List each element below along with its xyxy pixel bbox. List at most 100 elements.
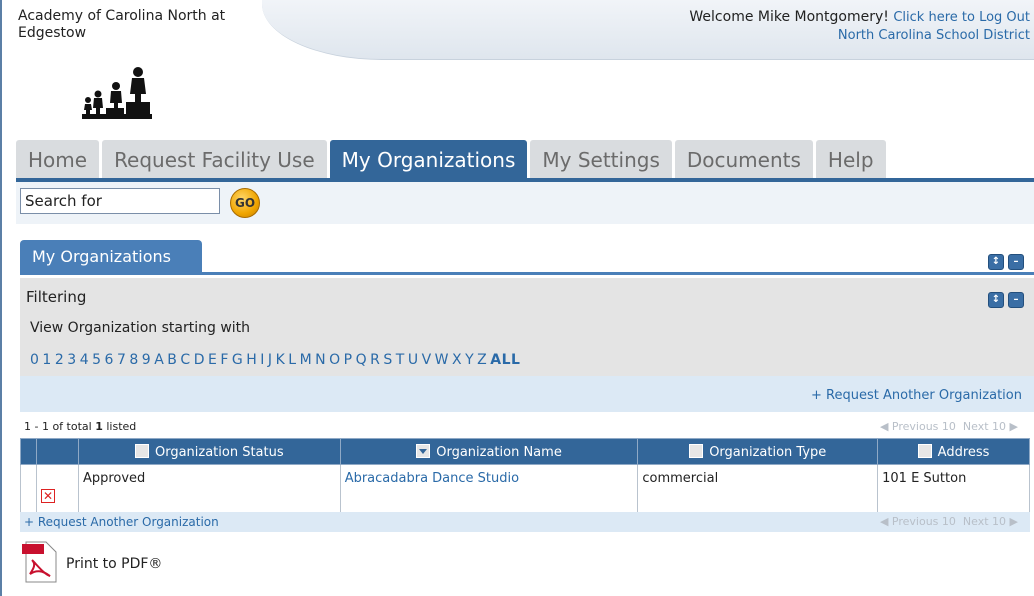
row-delete-cell: ✕: [35, 464, 79, 513]
col-label: Organization Type: [709, 444, 827, 460]
header: Academy of Carolina North at Edgestow We…: [2, 0, 1034, 60]
organizations-table: Organization Status Organization Name Or…: [20, 438, 1030, 513]
column-menu-icon[interactable]: [689, 443, 704, 458]
panel-options-icon[interactable]: ↕: [988, 254, 1004, 270]
panel-underline: [20, 272, 1034, 275]
prev-arrow-icon: ◀: [879, 515, 889, 528]
tab-help[interactable]: Help: [815, 140, 886, 178]
cell-organization-name[interactable]: Abracadabra Dance Studio: [339, 464, 639, 513]
filter-char[interactable]: C: [180, 352, 190, 368]
col-organization-name[interactable]: Organization Name: [339, 438, 639, 465]
filter-char[interactable]: 7: [117, 352, 126, 368]
panel-title[interactable]: My Organizations: [20, 240, 202, 274]
table-header: Organization Status Organization Name Or…: [20, 438, 1030, 465]
filter-section: Filtering ↕ – View Organization starting…: [20, 278, 1034, 376]
prev-arrow-icon: ◀: [879, 420, 889, 433]
filter-all[interactable]: ALL: [490, 352, 520, 368]
filter-char[interactable]: A: [154, 352, 164, 368]
go-button[interactable]: GO: [230, 188, 260, 218]
table-row: ✕ Approved Abracadabra Dance Studio comm…: [20, 464, 1030, 513]
filter-char[interactable]: 3: [67, 352, 76, 368]
filter-char[interactable]: R: [370, 352, 380, 368]
next-10-link[interactable]: Next 10: [963, 515, 1006, 528]
col-organization-type[interactable]: Organization Type: [637, 438, 879, 465]
next-arrow-icon: ▶: [1009, 515, 1018, 528]
filter-char[interactable]: 9: [142, 352, 151, 368]
filter-char[interactable]: L: [288, 352, 296, 368]
filter-options-icon[interactable]: ↕: [988, 292, 1004, 308]
col-organization-status[interactable]: Organization Status: [77, 438, 341, 465]
pager-bottom: ◀ Previous 10 Next 10 ▶: [880, 515, 1018, 528]
district-link[interactable]: North Carolina School District: [838, 28, 1030, 43]
filter-char[interactable]: G: [232, 352, 243, 368]
filter-char[interactable]: B: [167, 352, 177, 368]
filter-char[interactable]: S: [383, 352, 392, 368]
table-footer-bar: + Request Another Organization ◀ Previou…: [20, 512, 1030, 532]
next-arrow-icon: ▶: [1009, 420, 1018, 433]
pager-top: ◀ Previous 10 Next 10 ▶: [880, 420, 1018, 433]
family-logo-icon: [82, 67, 152, 119]
filter-char[interactable]: 1: [42, 352, 51, 368]
filter-char[interactable]: J: [268, 352, 273, 368]
tab-request-facility-use[interactable]: Request Facility Use: [102, 140, 327, 178]
filter-char[interactable]: Z: [477, 352, 487, 368]
filter-char[interactable]: V: [422, 352, 432, 368]
filter-char[interactable]: O: [329, 352, 341, 368]
filter-char[interactable]: T: [396, 352, 405, 368]
tab-documents[interactable]: Documents: [674, 140, 813, 178]
filter-char[interactable]: W: [435, 352, 449, 368]
cell-type: commercial: [637, 464, 879, 513]
request-another-organization-footer-link[interactable]: + Request Another Organization: [24, 515, 219, 529]
filter-char[interactable]: K: [276, 352, 286, 368]
filter-char[interactable]: X: [452, 352, 462, 368]
filter-char[interactable]: 2: [55, 352, 64, 368]
filter-char[interactable]: 4: [80, 352, 89, 368]
logout-link[interactable]: Click here to Log Out: [893, 10, 1030, 25]
filter-char[interactable]: 8: [129, 352, 138, 368]
filter-char[interactable]: I: [260, 352, 265, 368]
request-another-organization-link[interactable]: + Request Another Organization: [811, 388, 1022, 403]
filter-char[interactable]: 6: [105, 352, 114, 368]
filter-char[interactable]: E: [208, 352, 217, 368]
row-blank: [20, 464, 37, 513]
listing-prefix: 1 - 1 of total: [24, 420, 92, 433]
print-to-pdf-link[interactable]: Print to PDF®: [66, 556, 162, 572]
search-bar: GO: [16, 182, 1034, 224]
col-address[interactable]: Address: [877, 438, 1030, 465]
tab-my-settings[interactable]: My Settings: [530, 140, 672, 178]
listing-suffix: listed: [106, 420, 137, 433]
delete-icon[interactable]: ✕: [40, 489, 55, 503]
filter-char[interactable]: F: [220, 352, 229, 368]
filter-char[interactable]: Q: [356, 352, 368, 368]
school-name: Academy of Carolina North at Edgestow: [18, 8, 226, 41]
sort-down-icon[interactable]: [416, 443, 431, 458]
tab-home[interactable]: Home: [16, 140, 100, 178]
main-tabs: Home Request Facility Use My Organizatio…: [16, 140, 889, 178]
filter-char[interactable]: U: [408, 352, 419, 368]
filter-char[interactable]: P: [344, 352, 353, 368]
filter-char[interactable]: H: [246, 352, 257, 368]
header-blank: [20, 438, 37, 465]
cell-status: Approved: [77, 464, 341, 513]
prev-10-link[interactable]: Previous 10: [892, 515, 956, 528]
filter-char[interactable]: Y: [465, 352, 474, 368]
prev-10-link[interactable]: Previous 10: [892, 420, 956, 433]
header-blank: [35, 438, 79, 465]
listing-total: 1: [95, 420, 103, 433]
column-menu-icon[interactable]: [134, 443, 149, 458]
search-input[interactable]: [20, 188, 220, 214]
filter-char[interactable]: M: [300, 352, 313, 368]
next-10-link[interactable]: Next 10: [963, 420, 1006, 433]
pdf-icon[interactable]: [20, 540, 60, 584]
welcome-text: Welcome Mike Montgomery! Click here to L…: [689, 9, 1030, 25]
cell-address: 101 E Sutton: [877, 464, 1030, 513]
filter-minimize-icon[interactable]: –: [1008, 292, 1024, 308]
filter-char[interactable]: N: [315, 352, 326, 368]
filter-char[interactable]: 0: [30, 352, 39, 368]
panel-minimize-icon[interactable]: –: [1008, 254, 1024, 270]
tab-my-organizations[interactable]: My Organizations: [329, 140, 528, 178]
filter-char[interactable]: D: [194, 352, 205, 368]
filter-char[interactable]: 5: [92, 352, 101, 368]
column-menu-icon[interactable]: [917, 443, 932, 458]
request-bar: + Request Another Organization: [20, 376, 1034, 412]
